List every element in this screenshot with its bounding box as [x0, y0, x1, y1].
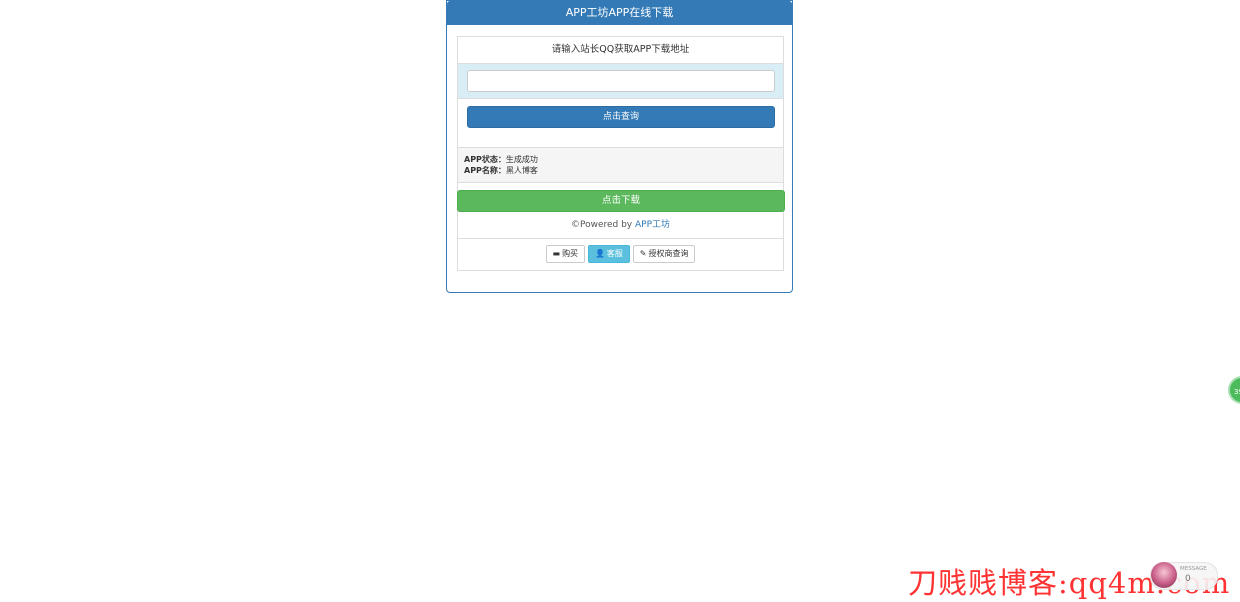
- buy-button[interactable]: ▬ 购买: [545, 245, 586, 263]
- app-name-line: APP名称：黑人博客: [464, 165, 777, 176]
- buy-label: 购买: [562, 249, 579, 258]
- message-label: MESSAGE: [1180, 566, 1207, 572]
- user-icon: 👤: [594, 249, 605, 258]
- query-button[interactable]: 点击查询: [467, 106, 775, 128]
- powered-link[interactable]: APP工坊: [635, 220, 670, 230]
- action-buttons: ▬ 购买 👤 客服 ✎ 授权商查询: [458, 239, 783, 270]
- query-card: 请输入站长QQ获取APP下载地址 点击查询 APP状态：生成成功 APP名称：黑…: [457, 36, 785, 271]
- status-box: APP状态：生成成功 APP名称：黑人博客: [458, 148, 783, 183]
- support-label: 客服: [606, 249, 623, 258]
- avatar: [1151, 562, 1177, 588]
- input-row: [458, 64, 783, 99]
- floating-badge[interactable]: 39: [1228, 376, 1240, 404]
- app-name-value: 黑人博客: [505, 166, 538, 175]
- panel-title: APP工坊APP在线下载: [447, 1, 792, 25]
- qq-input[interactable]: [467, 70, 775, 92]
- status-value: 生成成功: [505, 155, 538, 164]
- status-label: APP状态：: [464, 155, 506, 164]
- support-button[interactable]: 👤 客服: [587, 245, 630, 263]
- download-panel: APP工坊APP在线下载 请输入站长QQ获取APP下载地址 点击查询 APP状态…: [446, 0, 793, 293]
- query-prompt: 请输入站长QQ获取APP下载地址: [458, 37, 783, 64]
- pencil-icon: ✎: [639, 249, 647, 258]
- auth-query-button[interactable]: ✎ 授权商查询: [632, 245, 696, 263]
- auth-query-label: 授权商查询: [648, 249, 689, 258]
- download-button[interactable]: 点击下载: [457, 190, 785, 212]
- app-name-label: APP名称：: [464, 166, 506, 175]
- powered-prefix: ©Powered by: [570, 220, 635, 230]
- message-widget[interactable]: MESSAGE 0: [1150, 562, 1218, 590]
- status-line: APP状态：生成成功: [464, 154, 777, 165]
- message-count: 0: [1185, 574, 1191, 584]
- query-button-row: 点击查询: [458, 99, 783, 148]
- powered-by: ©Powered by APP工坊: [458, 213, 783, 239]
- card-icon: ▬: [552, 249, 561, 258]
